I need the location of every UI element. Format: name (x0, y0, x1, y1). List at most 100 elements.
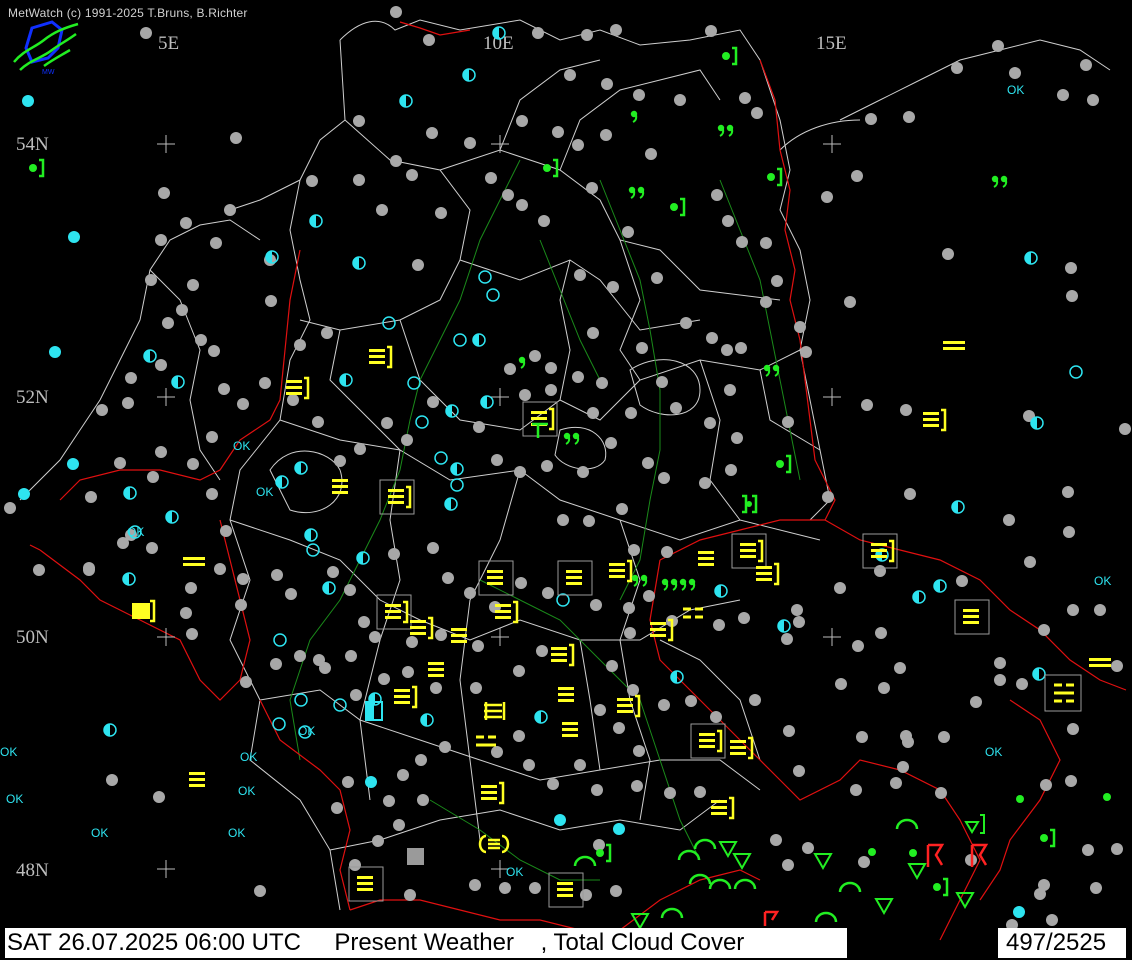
overcast-station-icon (439, 741, 451, 753)
shower-icon (732, 853, 752, 871)
overcast-station-icon (529, 882, 541, 894)
rain-recent-icon (722, 46, 738, 66)
drizzle-icon (630, 110, 638, 123)
overcast-station-icon (306, 175, 318, 187)
haze-icon (1089, 658, 1111, 667)
clear-sky-station-icon (613, 823, 625, 835)
footer-datetime: SAT 26.07.2025 06:00 UTC (7, 929, 301, 956)
overcast-station-icon (491, 454, 503, 466)
clear-station-icon (294, 693, 308, 707)
overcast-station-icon (224, 204, 236, 216)
overcast-station-icon (800, 346, 812, 358)
overcast-station-icon (694, 786, 706, 798)
ok-label: OK (228, 826, 245, 840)
partly-cloudy-station-icon (445, 404, 459, 418)
fog-icon (711, 796, 735, 820)
overcast-station-icon (516, 115, 528, 127)
overcast-station-icon (1119, 423, 1131, 435)
fog-icon (394, 685, 418, 709)
footer-product-secondary: , Total Cloud Cover (540, 929, 745, 956)
thunderstorm-icon (926, 843, 945, 867)
overcast-station-icon (852, 640, 864, 652)
overcast-station-icon (158, 187, 170, 199)
overcast-station-icon (353, 174, 365, 186)
overcast-station-icon (344, 584, 356, 596)
overcast-station-icon (581, 29, 593, 41)
overcast-station-icon (900, 404, 912, 416)
clear-station-icon (273, 633, 287, 647)
partly-cloudy-station-icon (339, 373, 353, 387)
overcast-station-icon (725, 464, 737, 476)
partly-cloudy-station-icon (275, 475, 289, 489)
fog-icon (558, 687, 574, 702)
overcast-station-icon (822, 491, 834, 503)
thunderstorm-past-icon (814, 911, 838, 923)
svg-text:MW: MW (42, 69, 55, 76)
overcast-station-icon (1016, 678, 1028, 690)
overcast-station-icon (594, 704, 606, 716)
overcast-station-icon (607, 281, 619, 293)
overcast-station-icon (358, 616, 370, 628)
fog-icon (557, 560, 593, 596)
overcast-station-icon (155, 234, 167, 246)
overcast-station-icon (821, 191, 833, 203)
overcast-station-icon (390, 6, 402, 18)
partly-cloudy-station-icon (143, 349, 157, 363)
overcast-station-icon (515, 577, 527, 589)
overcast-station-icon (1066, 290, 1078, 302)
overcast-station-icon (596, 377, 608, 389)
fog-icon (428, 662, 444, 677)
overcast-station-icon (538, 215, 550, 227)
overcast-station-icon (1024, 556, 1036, 568)
overcast-station-icon (147, 471, 159, 483)
overcast-station-icon (861, 399, 873, 411)
rain-in-sight-icon (742, 494, 758, 514)
overcast-station-icon (206, 488, 218, 500)
overcast-station-icon (731, 432, 743, 444)
weather-map[interactable]: 5E 10E 15E 54N 52N 50N 48N OKOKOKOKOKOKO… (0, 0, 1132, 960)
partly-cloudy-station-icon (171, 375, 185, 389)
overcast-station-icon (153, 791, 165, 803)
overcast-station-icon (397, 769, 409, 781)
overcast-station-icon (572, 371, 584, 383)
overcast-station-icon (856, 731, 868, 743)
overcast-station-icon (519, 389, 531, 401)
overcast-station-icon (992, 40, 1004, 52)
overcast-station-icon (502, 189, 514, 201)
overcast-station-icon (1009, 67, 1021, 79)
overcast-station-icon (610, 885, 622, 897)
overcast-station-icon (350, 689, 362, 701)
overcast-station-icon (369, 631, 381, 643)
overcast-station-icon (287, 394, 299, 406)
fog-icon (562, 722, 578, 737)
overcast-station-icon (401, 434, 413, 446)
overcast-station-icon (237, 398, 249, 410)
overcast-station-icon (334, 455, 346, 467)
overcast-station-icon (237, 573, 249, 585)
overcast-station-icon (1063, 526, 1075, 538)
overcast-station-icon (574, 759, 586, 771)
fog-icon (286, 376, 310, 400)
overcast-station-icon (354, 443, 366, 455)
overcast-station-icon (645, 148, 657, 160)
overcast-station-icon (125, 372, 137, 384)
metwatch-logo-icon: MW (13, 20, 79, 76)
thunderstorm-past-icon (895, 818, 919, 830)
drizzle-icon (661, 578, 696, 591)
overcast-station-icon (235, 599, 247, 611)
overcast-station-icon (442, 572, 454, 584)
fog-icon (379, 479, 415, 515)
partly-cloudy-station-icon (294, 461, 308, 475)
overcast-station-icon (427, 542, 439, 554)
overcast-station-icon (793, 616, 805, 628)
overcast-station-icon (210, 237, 222, 249)
stations-overcast (4, 6, 1131, 931)
fog-patches-icon (476, 735, 496, 747)
overcast-station-icon (155, 446, 167, 458)
partly-cloudy-station-icon (777, 619, 791, 633)
fog-icon (923, 408, 947, 432)
overcast-station-icon (851, 170, 863, 182)
fog-icon (451, 628, 467, 643)
overcast-station-icon (616, 503, 628, 515)
overcast-station-icon (624, 627, 636, 639)
